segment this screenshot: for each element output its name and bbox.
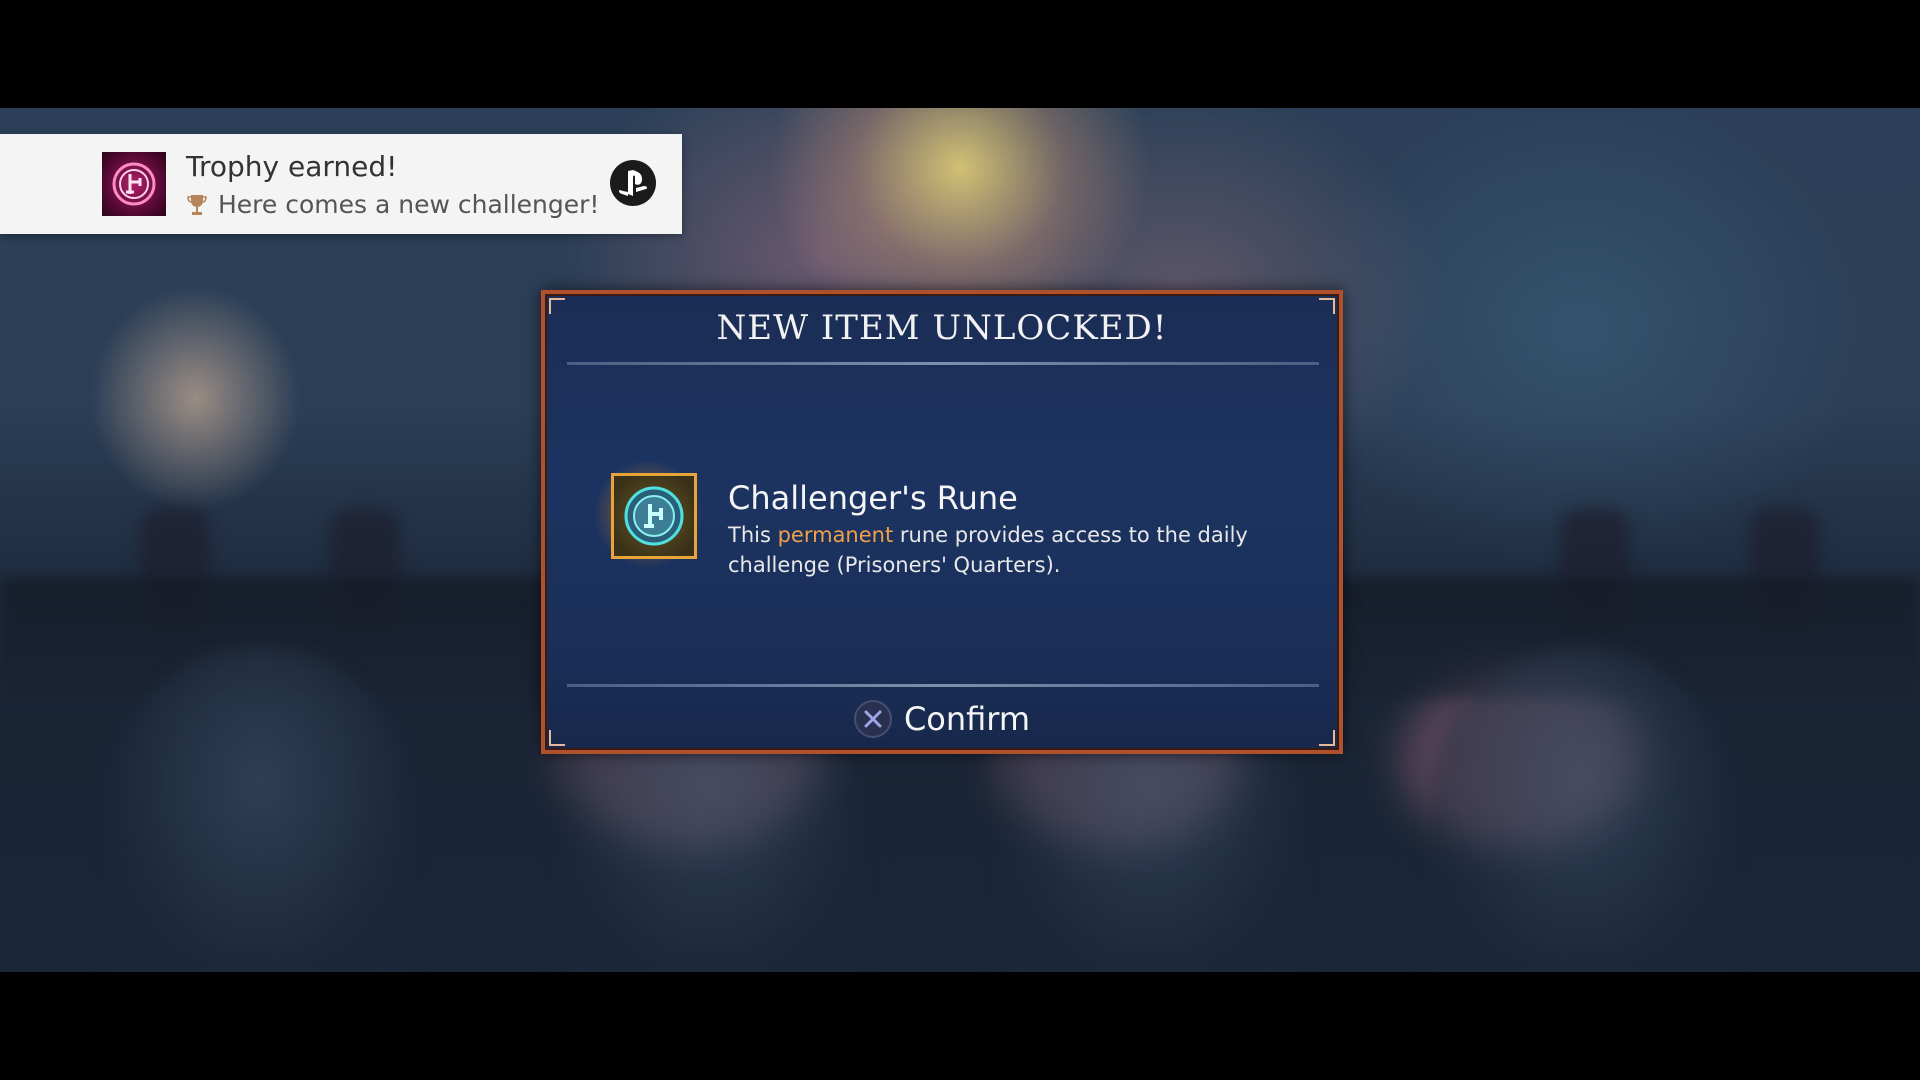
footer-divider xyxy=(567,684,1319,687)
new-item-dialog: NEW ITEM UNLOCKED! Challenger's Rune Thi… xyxy=(541,290,1343,754)
notification-title: Trophy earned! xyxy=(186,150,398,183)
cross-button-icon xyxy=(853,700,892,738)
rune-trophy-icon xyxy=(102,152,166,216)
notification-subtitle: Here comes a new challenger! xyxy=(186,190,599,219)
item-desc-text: This xyxy=(728,523,778,547)
confirm-label: Confirm xyxy=(903,700,1031,738)
challengers-rune-icon xyxy=(611,473,697,559)
confirm-button[interactable]: Confirm xyxy=(545,696,1339,742)
title-divider xyxy=(567,362,1319,365)
item-desc-highlight: permanent xyxy=(777,523,894,547)
dialog-title: NEW ITEM UNLOCKED! xyxy=(716,308,1168,348)
letterbox-bottom xyxy=(0,972,1920,1080)
trophy-cup-icon xyxy=(186,193,208,217)
trophy-notification: Trophy earned! Here comes a new challeng… xyxy=(0,134,682,234)
playstation-icon xyxy=(610,160,656,206)
notification-subtitle-text: Here comes a new challenger! xyxy=(218,190,600,219)
item-description: This permanent rune provides access to t… xyxy=(728,520,1308,580)
letterbox-top xyxy=(0,0,1920,108)
item-icon-container xyxy=(593,459,703,569)
item-name: Challenger's Rune xyxy=(728,479,1018,517)
